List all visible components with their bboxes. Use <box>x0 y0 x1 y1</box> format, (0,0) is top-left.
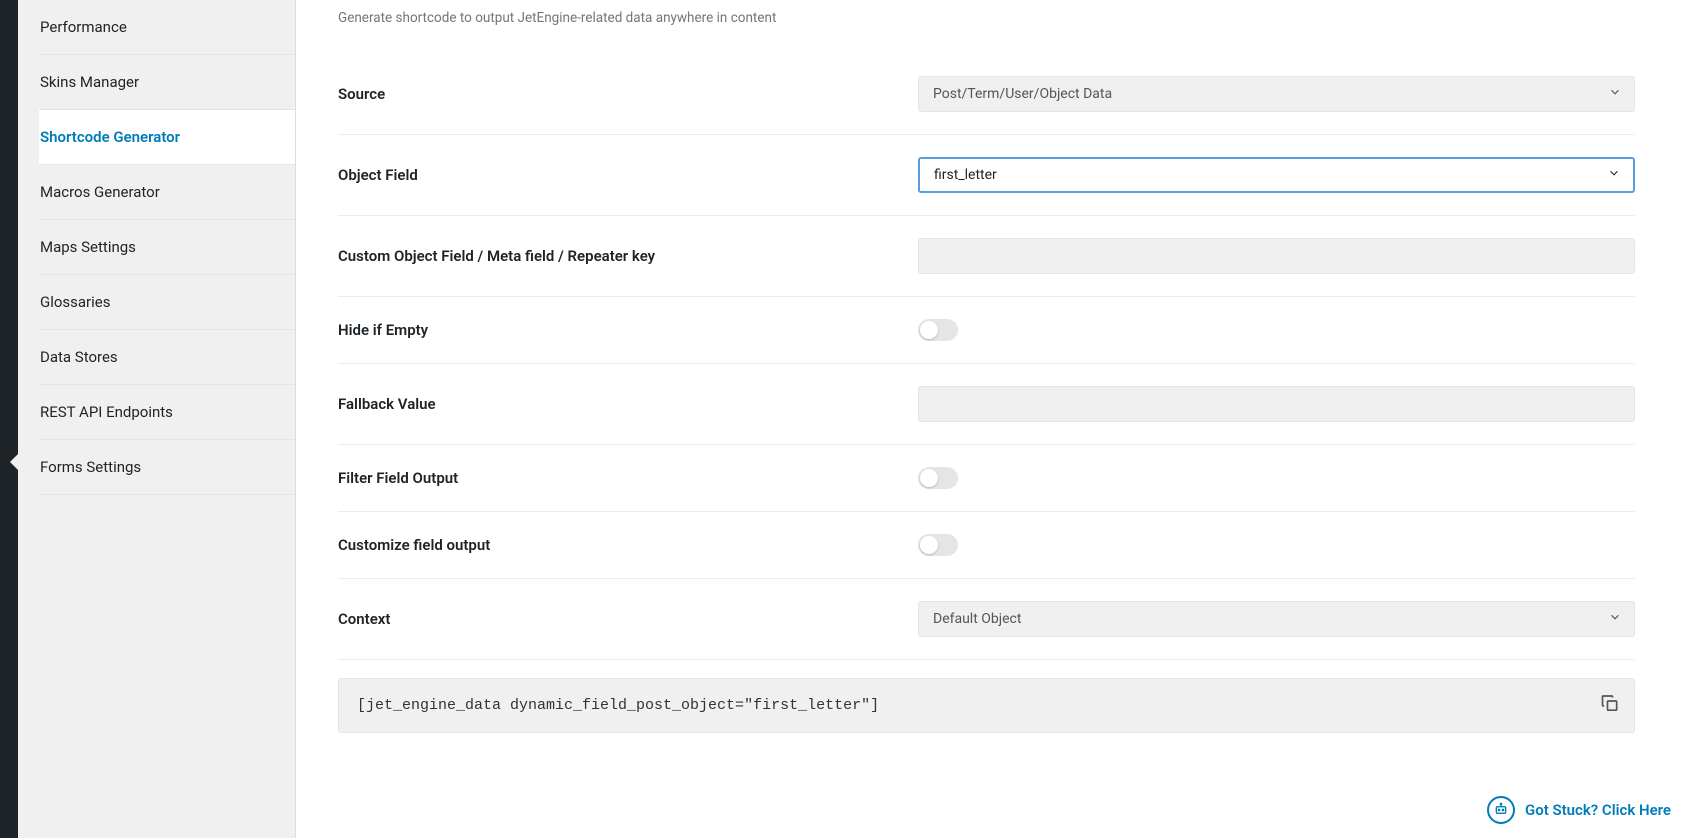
field-row-filter-output: Filter Field Output <box>338 445 1635 512</box>
field-row-fallback: Fallback Value <box>338 364 1635 445</box>
chevron-down-icon <box>1608 610 1622 628</box>
toggle-knob <box>920 536 938 554</box>
label-customize-output: Customize field output <box>338 536 918 554</box>
sidebar-item-maps-settings[interactable]: Maps Settings <box>40 220 295 275</box>
sidebar-item-macros-generator[interactable]: Macros Generator <box>40 165 295 220</box>
select-source[interactable]: Post/Term/User/Object Data <box>918 76 1635 112</box>
select-object-field[interactable]: first_letter <box>918 157 1635 193</box>
field-row-customize-output: Customize field output <box>338 512 1635 579</box>
main-content: Generate shortcode to output JetEngine-r… <box>296 0 1691 838</box>
toggle-hide-if-empty[interactable] <box>918 319 958 341</box>
field-row-hide-if-empty: Hide if Empty <box>338 297 1635 364</box>
select-context[interactable]: Default Object <box>918 601 1635 637</box>
select-source-value: Post/Term/User/Object Data <box>933 86 1112 102</box>
sidebar-item-glossaries[interactable]: Glossaries <box>40 275 295 330</box>
sidebar-item-shortcode-generator[interactable]: Shortcode Generator <box>39 110 295 165</box>
toggle-filter-output[interactable] <box>918 467 958 489</box>
input-custom-object[interactable] <box>918 238 1635 274</box>
label-source: Source <box>338 85 918 103</box>
label-fallback: Fallback Value <box>338 395 918 413</box>
toggle-knob <box>920 321 938 339</box>
label-filter-output: Filter Field Output <box>338 469 918 487</box>
copy-icon <box>1600 693 1620 713</box>
input-fallback[interactable] <box>918 386 1635 422</box>
sidebar-item-skins-manager[interactable]: Skins Manager <box>40 55 295 110</box>
sidebar-item-rest-api-endpoints[interactable]: REST API Endpoints <box>40 385 295 440</box>
label-object-field: Object Field <box>338 166 918 184</box>
wp-admin-bar-collapsed[interactable] <box>0 0 18 838</box>
sidebar-item-forms-settings[interactable]: Forms Settings <box>40 440 295 495</box>
toggle-knob <box>920 469 938 487</box>
label-context: Context <box>338 610 918 628</box>
field-row-context: Context Default Object <box>338 579 1635 660</box>
toggle-customize-output[interactable] <box>918 534 958 556</box>
label-hide-if-empty: Hide if Empty <box>338 321 918 339</box>
shortcode-text: [jet_engine_data dynamic_field_post_obje… <box>357 697 879 714</box>
help-button[interactable]: Got Stuck? Click Here <box>1487 796 1671 824</box>
settings-sidebar: Performance Skins Manager Shortcode Gene… <box>18 0 296 838</box>
copy-button[interactable] <box>1600 693 1620 718</box>
field-row-object-field: Object Field first_letter <box>338 135 1635 216</box>
label-custom-object: Custom Object Field / Meta field / Repea… <box>338 247 918 265</box>
chevron-down-icon <box>1608 85 1622 103</box>
sidebar-item-data-stores[interactable]: Data Stores <box>40 330 295 385</box>
field-row-custom-object: Custom Object Field / Meta field / Repea… <box>338 216 1635 297</box>
help-badge <box>1487 796 1515 824</box>
help-label: Got Stuck? Click Here <box>1525 801 1671 819</box>
field-row-source: Source Post/Term/User/Object Data <box>338 54 1635 135</box>
select-context-value: Default Object <box>933 611 1021 627</box>
chevron-down-icon <box>1607 166 1621 184</box>
sidebar-item-performance[interactable]: Performance <box>40 0 295 55</box>
shortcode-output: [jet_engine_data dynamic_field_post_obje… <box>338 678 1635 733</box>
page-subtitle: Generate shortcode to output JetEngine-r… <box>338 10 1635 26</box>
select-object-field-value: first_letter <box>934 167 997 183</box>
robot-icon <box>1493 802 1509 818</box>
